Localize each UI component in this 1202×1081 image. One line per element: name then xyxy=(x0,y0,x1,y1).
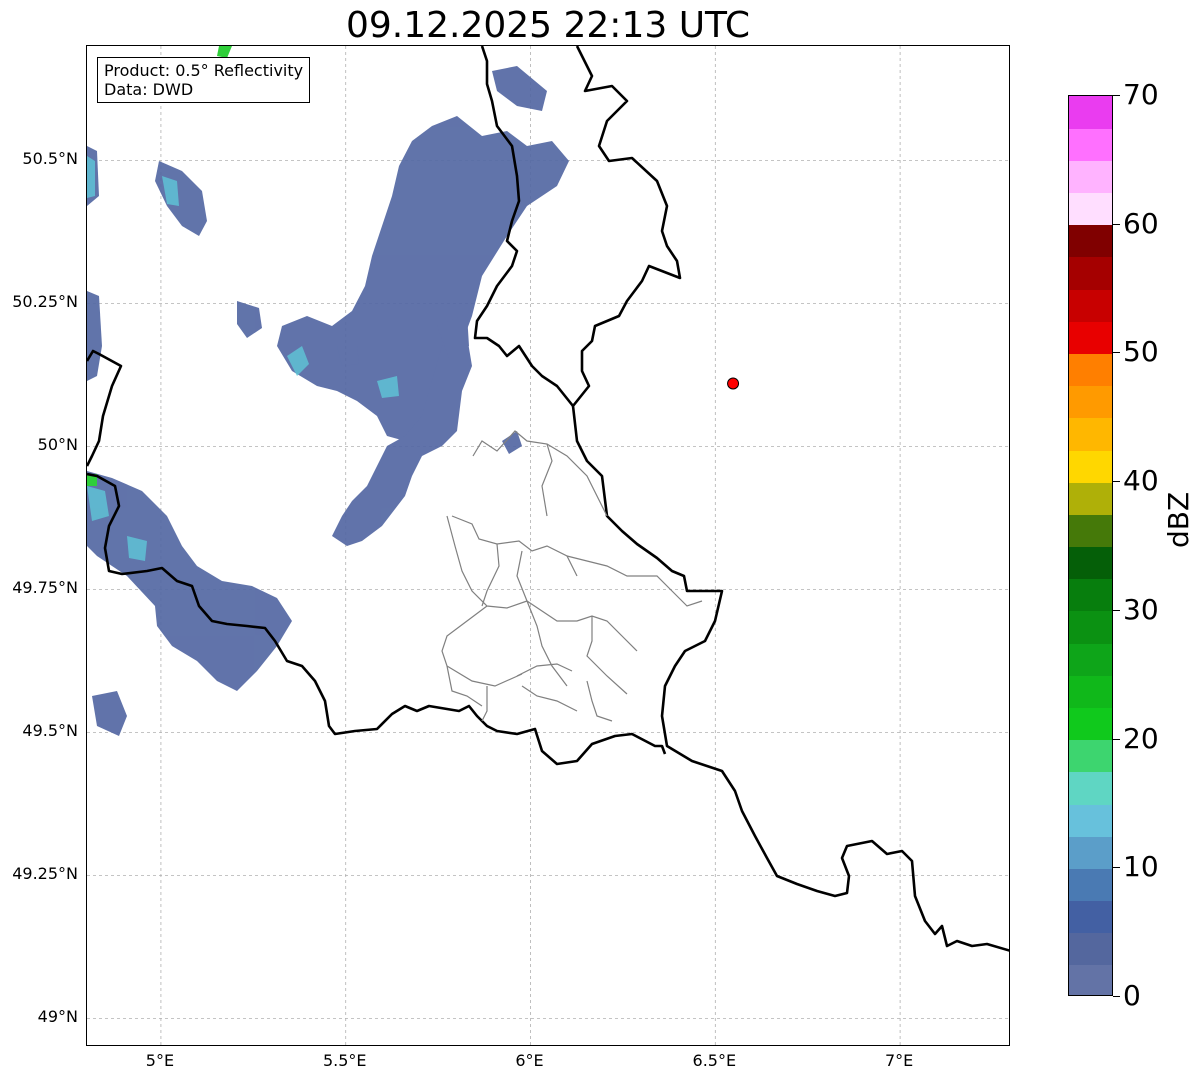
colorbar-segment xyxy=(1069,900,1112,934)
colorbar-tick-label: 20 xyxy=(1123,721,1159,755)
colorbar-segment xyxy=(1069,803,1112,837)
colorbar-tick-label: 0 xyxy=(1123,979,1141,1012)
colorbar-tick-label: 30 xyxy=(1123,592,1159,626)
colorbar-segment xyxy=(1069,224,1112,258)
colorbar-segment xyxy=(1069,707,1112,741)
colorbar-segment xyxy=(1069,256,1112,290)
colorbar-segment xyxy=(1069,482,1112,515)
latitude-tick-label: 49.5°N xyxy=(22,721,78,741)
admin-boundaries xyxy=(441,430,703,722)
map-canvas xyxy=(87,46,1009,1045)
reflectivity-moderate-echoes xyxy=(87,46,232,486)
colorbar-tick-label: 10 xyxy=(1123,850,1159,884)
data-source-label: Data: DWD xyxy=(104,80,194,99)
colorbar-tick-mark xyxy=(1113,481,1120,483)
latitude-tick-label: 49.75°N xyxy=(12,578,78,598)
colorbar-segment xyxy=(1069,643,1112,676)
colorbar-segment xyxy=(1069,868,1112,902)
reflectivity-echoes xyxy=(87,66,569,736)
colorbar-segment xyxy=(1069,96,1112,129)
product-info-box: Product: 0.5° Reflectivity Data: DWD xyxy=(97,57,311,103)
colorbar-segment xyxy=(1069,417,1112,451)
colorbar-segment xyxy=(1069,160,1112,194)
colorbar-segment xyxy=(1069,771,1112,805)
latitude-tick-label: 49.25°N xyxy=(12,864,78,884)
colorbar-tick-mark xyxy=(1113,223,1120,225)
colorbar-segment xyxy=(1069,546,1112,580)
radar-site-marker[interactable] xyxy=(727,377,740,390)
colorbar-segment xyxy=(1069,964,1112,995)
colorbar-tick-label: 70 xyxy=(1123,78,1159,111)
colorbar-segment xyxy=(1069,836,1112,869)
colorbar-segment xyxy=(1069,353,1112,387)
colorbar-tick-label: 40 xyxy=(1123,464,1159,498)
latitude-tick-label: 50.5°N xyxy=(22,149,78,169)
colorbar-segment xyxy=(1069,321,1112,355)
colorbar-segment xyxy=(1069,514,1112,548)
map-gridlines xyxy=(87,46,1009,1045)
colorbar-tick-mark xyxy=(1113,95,1120,96)
longitude-tick-label: 6.5°E xyxy=(692,1051,737,1070)
latitude-tick-label: 49°N xyxy=(37,1007,78,1027)
colorbar-segment xyxy=(1069,739,1112,773)
colorbar-tick-mark xyxy=(1113,352,1120,354)
colorbar-segment xyxy=(1069,932,1112,966)
radar-map[interactable] xyxy=(86,45,1010,1046)
colorbar-tick-mark xyxy=(1113,867,1120,869)
longitude-tick-label: 7°E xyxy=(884,1051,914,1070)
colorbar-segment xyxy=(1069,128,1112,161)
colorbar-unit-label: dBZ xyxy=(1162,491,1195,548)
colorbar xyxy=(1068,95,1113,996)
colorbar-segment xyxy=(1069,385,1112,419)
longitude-tick-label: 5°E xyxy=(145,1051,175,1070)
map-title: 09.12.2025 22:13 UTC xyxy=(345,5,751,46)
colorbar-tick-mark xyxy=(1113,996,1120,997)
colorbar-segment xyxy=(1069,578,1112,612)
colorbar-segment xyxy=(1069,192,1112,226)
colorbar-segment xyxy=(1069,289,1112,322)
colorbar-segment xyxy=(1069,610,1112,644)
latitude-tick-label: 50.25°N xyxy=(12,292,78,312)
longitude-tick-label: 6°E xyxy=(515,1051,544,1070)
longitude-tick-label: 5.5°E xyxy=(322,1051,367,1070)
latitude-tick-label: 50°N xyxy=(37,435,78,455)
colorbar-tick-label: 50 xyxy=(1123,335,1159,369)
colorbar-tick-mark xyxy=(1113,609,1120,611)
colorbar-tick-label: 60 xyxy=(1123,206,1159,240)
colorbar-tick-mark xyxy=(1113,738,1120,740)
colorbar-segment xyxy=(1069,449,1112,483)
colorbar-segment xyxy=(1069,675,1112,708)
product-label: Product: 0.5° Reflectivity xyxy=(104,61,304,80)
